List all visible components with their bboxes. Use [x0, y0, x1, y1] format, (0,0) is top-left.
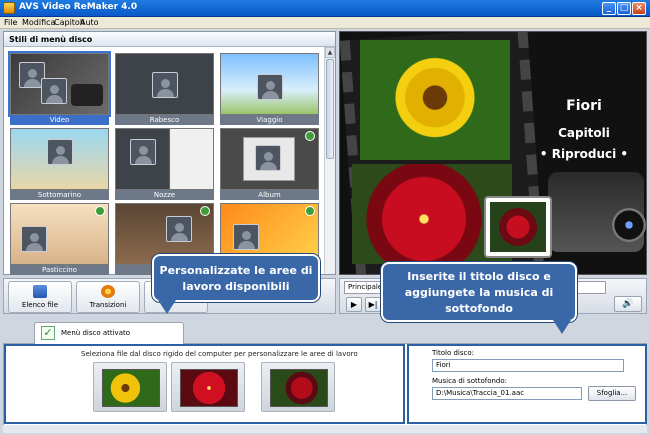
style-tile-sottomarino[interactable]: Sottomarino — [10, 128, 109, 200]
next-button[interactable]: ▶| — [365, 297, 381, 312]
style-tile-nozze[interactable]: Nozze — [115, 128, 214, 200]
premium-badge-icon — [200, 206, 210, 216]
placeholder-icon — [47, 139, 73, 165]
file-list-icon — [33, 285, 47, 298]
app-icon — [3, 2, 15, 14]
placeholder-icon — [255, 145, 281, 171]
style-thumbnail — [10, 128, 109, 190]
style-tile-label: Viaggio — [220, 115, 319, 125]
transitions-button[interactable]: Transizioni — [76, 281, 140, 313]
premium-badge-icon — [305, 206, 315, 216]
checkmark-icon[interactable]: ✓ — [41, 326, 55, 340]
volume-button[interactable]: 🔊 — [614, 296, 642, 312]
camcorder-lens — [612, 208, 646, 242]
menu-auto[interactable]: Auto — [80, 18, 99, 27]
scroll-thumb[interactable] — [326, 59, 334, 159]
style-thumbnail — [115, 128, 214, 190]
placeholder-icon — [41, 78, 67, 104]
highlight-work-areas — [4, 344, 405, 424]
premium-badge-icon — [305, 131, 315, 141]
styles-panel-title: Stili di menù disco — [9, 35, 93, 44]
tab-disc-menu-enabled[interactable]: ✓ Menù disco attivato — [34, 322, 184, 344]
styles-panel-header: Stili di menù disco — [4, 32, 335, 47]
style-thumbnail — [220, 53, 319, 115]
placeholder-icon — [152, 72, 178, 98]
placeholder-icon — [257, 74, 283, 100]
style-tile-album[interactable]: Album — [220, 128, 319, 200]
style-tile-video[interactable]: Video — [8, 51, 111, 125]
preview-menu-item-capitoli[interactable]: Capitoli — [524, 126, 644, 140]
placeholder-icon — [166, 216, 192, 242]
style-tile-label: Sottomarino — [10, 190, 109, 200]
tab-label: Menù disco attivato — [61, 329, 131, 337]
preview-image-yellow-flower — [360, 40, 510, 160]
camcorder-screen — [484, 196, 552, 258]
style-thumbnail — [10, 203, 109, 265]
scroll-up-icon[interactable]: ▲ — [325, 47, 335, 58]
menu-bar: File Modifica Capitoli Auto — [0, 17, 650, 29]
style-tile-label: Album — [220, 190, 319, 200]
status-strip — [3, 425, 647, 433]
play-button[interactable]: ▶ — [346, 297, 362, 312]
menu-preview: Fiori Capitoli • Riproduci • — [339, 31, 647, 275]
callout-disc-settings: Inserite il titolo disco e aggiungete la… — [381, 262, 577, 334]
highlight-disc-settings — [407, 344, 647, 424]
premium-badge-icon — [95, 206, 105, 216]
placeholder-icon — [233, 224, 259, 250]
camera-icon — [71, 84, 103, 106]
style-thumbnail — [115, 53, 214, 115]
callout-work-areas: Personalizzate le aree di lavoro disponi… — [152, 254, 320, 314]
maximize-button[interactable]: □ — [617, 2, 631, 15]
preview-disc-title: Fiori — [566, 98, 602, 114]
transitions-icon — [101, 285, 115, 298]
style-tile-label: Video — [10, 115, 109, 125]
window-title: AVS Video ReMaker 4.0 — [19, 2, 138, 12]
title-bar: AVS Video ReMaker 4.0 _ □ × — [0, 0, 650, 17]
menu-styles-panel: Stili di menù disco Video Rabesco Viaggi… — [3, 31, 336, 275]
preview-menu-item-riproduci[interactable]: • Riproduci • — [524, 147, 644, 161]
placeholder-icon — [21, 226, 47, 252]
style-tile-rabesco[interactable]: Rabesco — [115, 53, 214, 125]
menu-modifica[interactable]: Modifica — [22, 18, 55, 27]
style-thumbnail — [8, 51, 111, 117]
style-tile-label: Rabesco — [115, 115, 214, 125]
style-tile-label: Pasticcino — [10, 265, 109, 275]
close-button[interactable]: × — [632, 2, 646, 15]
style-tile-label: Nozze — [115, 190, 214, 200]
style-tile-viaggio[interactable]: Viaggio — [220, 53, 319, 125]
minimize-button[interactable]: _ — [602, 2, 616, 15]
placeholder-icon — [130, 139, 156, 165]
styles-scrollbar[interactable]: ▲ — [324, 47, 335, 274]
menu-file[interactable]: File — [4, 18, 17, 27]
style-tile-pasticcino[interactable]: Pasticcino — [10, 203, 109, 275]
file-list-button[interactable]: Elenco file — [8, 281, 72, 313]
style-thumbnail — [220, 128, 319, 190]
